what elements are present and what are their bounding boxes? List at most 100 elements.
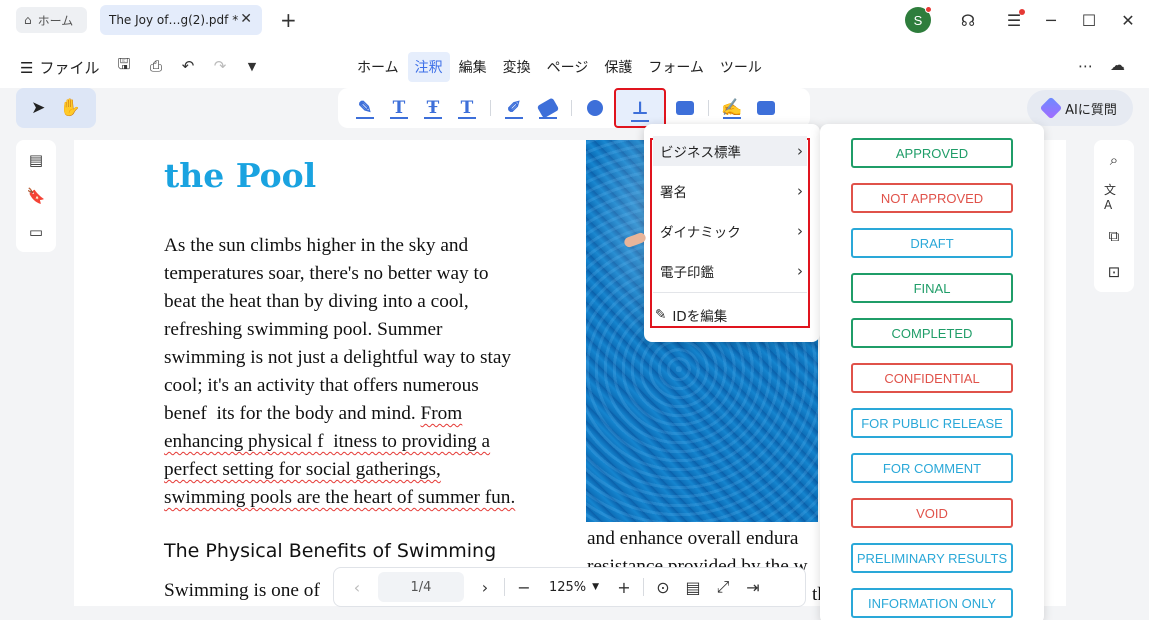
search-icon[interactable]: ⌕ xyxy=(1104,150,1124,170)
home-tab[interactable]: ⌂ ホーム xyxy=(16,7,87,33)
file-menu-button[interactable]: ☰ ファイル xyxy=(20,57,99,78)
select-icon[interactable]: ➤ xyxy=(31,98,45,118)
menu-item-business-standard[interactable]: ビジネス標準 › xyxy=(653,136,807,166)
home-icon: ⌂ xyxy=(24,13,32,27)
save-icon[interactable]: 🖫 xyxy=(114,55,134,76)
para-line: temperatures soar, there's no better way… xyxy=(164,263,489,284)
text-underline-tool-icon[interactable]: T xyxy=(382,93,416,123)
stamp-confidential[interactable]: CONFIDENTIAL xyxy=(851,363,1013,393)
zoom-value: 125% xyxy=(548,579,587,595)
close-icon[interactable]: ✕ xyxy=(240,11,252,27)
tab-home[interactable]: ホーム xyxy=(350,52,406,82)
stamp-completed[interactable]: COMPLETED xyxy=(851,318,1013,348)
tab-form[interactable]: フォーム xyxy=(641,52,711,82)
page-number-input[interactable]: 1/4 xyxy=(378,572,464,602)
para-line: cool; it's an activity that offers numer… xyxy=(164,375,479,396)
avatar[interactable]: S xyxy=(905,6,932,33)
tab-edit[interactable]: 編集 xyxy=(452,52,494,82)
menu-item-electronic-seal[interactable]: 電子印鑑 › xyxy=(653,256,807,286)
bookmark-icon[interactable]: 🔖 xyxy=(26,186,46,206)
exit-icon[interactable]: ⇥ xyxy=(738,572,768,602)
para-line: benef its for the body and mind. From xyxy=(164,400,564,428)
tool-strip: ✎ T Ŧ T ✐ ⊥ ✍ xyxy=(338,88,810,128)
notification-dot xyxy=(925,6,932,13)
page-view-icon[interactable]: ▤ xyxy=(678,572,708,602)
stamp-void[interactable]: VOID xyxy=(851,498,1013,528)
squiggly-tool-icon[interactable]: T xyxy=(450,93,484,123)
pencil-tool-icon[interactable]: ✐ xyxy=(497,93,531,123)
stamp-approved[interactable]: APPROVED xyxy=(851,138,1013,168)
chevron-right-icon: › xyxy=(797,262,803,280)
menu-item-label: 署名 xyxy=(660,185,687,201)
stamp-final[interactable]: FINAL xyxy=(851,273,1013,303)
chevron-right-icon: › xyxy=(797,182,803,200)
menu-notification-icon[interactable]: ☰ xyxy=(1003,9,1025,31)
section-heading: The Physical Benefits of Swimming xyxy=(164,540,497,562)
highlight-tool-icon[interactable]: ✎ xyxy=(348,93,382,123)
document-tab[interactable]: The Joy of…g(2).pdf * ✕ xyxy=(100,5,262,35)
maximize-icon[interactable]: ☐ xyxy=(1078,9,1100,31)
menu-item-dynamic[interactable]: ダイナミック › xyxy=(653,216,807,246)
redo-icon[interactable]: ↷ xyxy=(210,56,230,76)
document-tab-label: The Joy of…g(2).pdf * xyxy=(109,13,239,27)
ask-ai-button[interactable]: AIに質問 xyxy=(1027,90,1133,126)
menu-item-label: ビジネス標準 xyxy=(660,145,741,161)
close-window-icon[interactable]: ✕ xyxy=(1117,9,1139,31)
tab-protect[interactable]: 保護 xyxy=(597,52,639,82)
shape-tool-icon[interactable] xyxy=(578,93,612,123)
share-icon[interactable]: ⋯ xyxy=(1078,57,1093,75)
screenshot-icon[interactable]: ⊡ xyxy=(1104,262,1124,282)
stamp-list-panel: APPROVED NOT APPROVED DRAFT FINAL COMPLE… xyxy=(820,124,1044,620)
stamp-information-only[interactable]: INFORMATION ONLY xyxy=(851,588,1013,618)
comments-icon[interactable]: ▭ xyxy=(26,222,46,242)
title-bar: ⌂ ホーム The Joy of…g(2).pdf * ✕ + S ☊ ☰ ─ … xyxy=(0,0,1149,40)
minimize-icon[interactable]: ─ xyxy=(1040,9,1062,31)
stamp-for-public-release[interactable]: FOR PUBLIC RELEASE xyxy=(851,408,1013,438)
zoom-select[interactable]: 125% ▼ xyxy=(539,580,609,595)
menu-item-signature[interactable]: 署名 › xyxy=(653,176,807,206)
signature-tool-icon[interactable]: ✍ xyxy=(715,93,749,123)
menu-divider xyxy=(653,292,807,293)
prev-page-icon[interactable]: ‹ xyxy=(342,572,372,602)
strikethrough-tool-icon[interactable]: Ŧ xyxy=(416,93,450,123)
tab-convert[interactable]: 変換 xyxy=(496,52,538,82)
stamp-for-comment[interactable]: FOR COMMENT xyxy=(851,453,1013,483)
stamp-preliminary-results[interactable]: PRELIMINARY RESULTS xyxy=(851,543,1013,573)
para-line: enhancing physical f itness to providing… xyxy=(164,428,564,456)
separator xyxy=(504,578,505,596)
zoom-out-icon[interactable]: − xyxy=(509,572,539,602)
fullscreen-icon[interactable]: ⤢ xyxy=(708,572,738,602)
undo-icon[interactable]: ↶ xyxy=(178,56,198,76)
translate-icon[interactable]: 文A xyxy=(1104,183,1124,212)
cloud-icon[interactable]: ☁ xyxy=(1110,56,1125,74)
para-text: benef its for the body and mind. xyxy=(164,403,416,424)
tab-tools[interactable]: ツール xyxy=(713,52,769,82)
stamp-draft[interactable]: DRAFT xyxy=(851,228,1013,258)
ocr-icon[interactable]: ⧉ xyxy=(1104,226,1124,246)
stamp-not-approved[interactable]: NOT APPROVED xyxy=(851,183,1013,213)
separator xyxy=(571,100,572,116)
fit-page-icon[interactable]: ⊙ xyxy=(648,572,678,602)
zoom-in-icon[interactable]: + xyxy=(609,572,639,602)
attachment-tool-icon[interactable] xyxy=(668,93,702,123)
tab-page[interactable]: ページ xyxy=(540,52,596,82)
right-sidebar: ⌕ 文A ⧉ ⊡ xyxy=(1094,140,1134,292)
menu-item-edit-id[interactable]: ✎ IDを編集 xyxy=(653,300,807,330)
thumbnails-icon[interactable]: ▤ xyxy=(26,150,46,170)
headset-icon[interactable]: ☊ xyxy=(957,9,979,31)
next-page-icon[interactable]: › xyxy=(470,572,500,602)
print-icon[interactable]: ⎙ xyxy=(146,56,166,76)
eraser-tool-icon[interactable] xyxy=(531,93,565,123)
chevron-right-icon: › xyxy=(797,222,803,240)
quick-access-dropdown-icon[interactable]: ▼ xyxy=(242,56,262,76)
separator xyxy=(708,100,709,116)
hand-icon[interactable]: ✋ xyxy=(60,98,81,118)
body-line: Swimming is one of xyxy=(164,580,320,601)
para-line: swimming is not just a delightful way to… xyxy=(164,347,512,368)
new-tab-plus-icon[interactable]: + xyxy=(280,8,297,32)
left-sidebar: ▤ 🔖 ▭ xyxy=(16,140,56,252)
tab-annotate[interactable]: 注釈 xyxy=(407,52,450,82)
comment-tool-icon[interactable] xyxy=(749,93,783,123)
spellcheck-text: perfect setting for social gatherings, xyxy=(164,459,441,480)
stamp-tool-icon[interactable]: ⊥ xyxy=(614,88,666,128)
